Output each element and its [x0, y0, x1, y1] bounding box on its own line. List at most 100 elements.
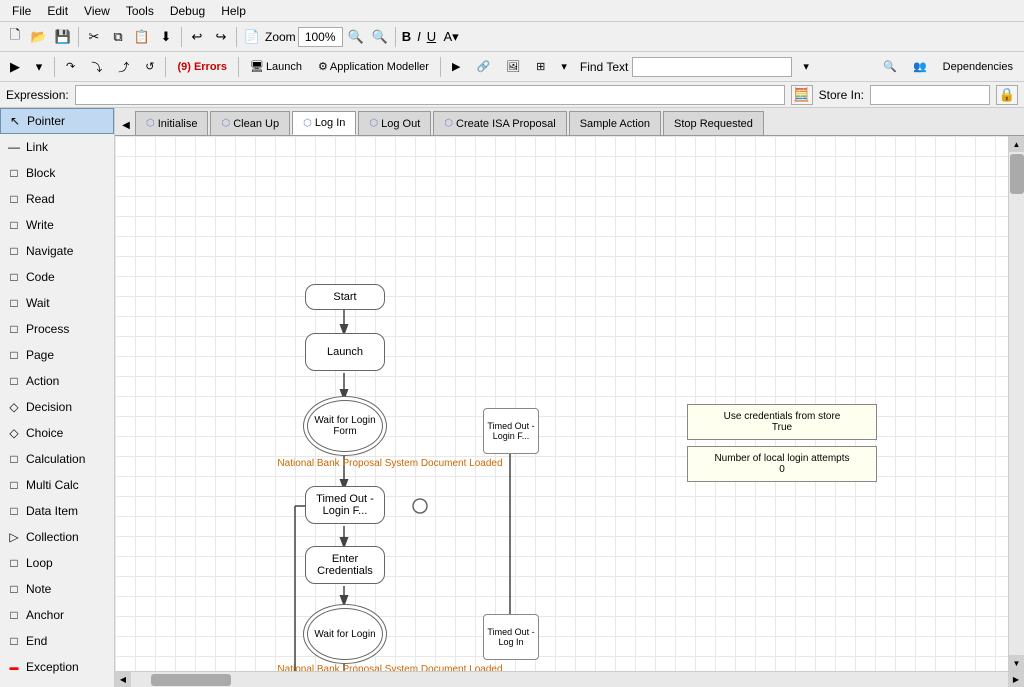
sidebar-item-pointer[interactable]: ↖ Pointer: [0, 108, 114, 134]
sidebar-item-wait[interactable]: □ Wait: [0, 290, 114, 316]
sidebar-item-end[interactable]: □ End: [0, 628, 114, 654]
dependencies-button[interactable]: Dependencies: [936, 56, 1020, 78]
redo-button[interactable]: ↪: [210, 26, 232, 48]
errors-button[interactable]: (9) Errors: [170, 56, 234, 78]
sidebar-item-link[interactable]: — Link: [0, 134, 114, 160]
paste-button[interactable]: 📋: [131, 26, 153, 48]
save-button[interactable]: 💾: [52, 26, 74, 48]
menu-file[interactable]: File: [4, 2, 39, 20]
grid-dropdown[interactable]: ▾: [554, 56, 574, 78]
menu-view[interactable]: View: [76, 2, 118, 20]
sidebar-item-read[interactable]: □ Read: [0, 186, 114, 212]
sidebar-item-multi-calc[interactable]: □ Multi Calc: [0, 472, 114, 498]
find-text-input[interactable]: [632, 57, 792, 77]
find-dropdown[interactable]: ▾: [796, 56, 816, 78]
scroll-left-btn[interactable]: ◀: [115, 672, 131, 687]
menu-debug[interactable]: Debug: [162, 2, 213, 20]
step-in-btn[interactable]: ⤵: [84, 56, 109, 78]
sidebar-item-loop[interactable]: □ Loop: [0, 550, 114, 576]
play2-btn[interactable]: ▶: [445, 56, 467, 78]
store-in-input[interactable]: [870, 85, 990, 105]
sidebar-item-note[interactable]: □ Note: [0, 576, 114, 602]
sidebar-item-collection[interactable]: ▷ Collection: [0, 524, 114, 550]
vertical-scrollbar[interactable]: ▲ ▼: [1008, 136, 1024, 671]
wait-login-node[interactable]: Wait for Login: [303, 604, 387, 664]
open-button[interactable]: 📂: [28, 26, 50, 48]
tab-log-out[interactable]: ⬡ Log Out: [358, 111, 431, 135]
menu-help[interactable]: Help: [213, 2, 254, 20]
sidebar-item-data-item[interactable]: □ Data Item: [0, 498, 114, 524]
play-button[interactable]: ▶: [4, 56, 26, 78]
dropdown-arrow[interactable]: ▾: [28, 56, 50, 78]
canvas-area[interactable]: Start Launch Wait for LoginForm Ti: [115, 136, 1008, 671]
scroll-up-btn[interactable]: ▲: [1009, 136, 1024, 152]
export-btn[interactable]: 📄: [241, 26, 263, 48]
scroll-down-btn[interactable]: ▼: [1009, 655, 1024, 671]
zoom-in-button[interactable]: 🔍: [369, 26, 391, 48]
submit-node[interactable]: Enter Credentials: [305, 546, 385, 584]
expression-label: Expression:: [6, 88, 69, 102]
sidebar-item-page[interactable]: □ Page: [0, 342, 114, 368]
sidebar-item-exception[interactable]: ▬ Exception: [0, 654, 114, 680]
tab-stop-requested[interactable]: Stop Requested: [663, 111, 764, 135]
sidebar-item-navigate[interactable]: □ Navigate: [0, 238, 114, 264]
img-btn[interactable]: 🖼: [499, 56, 527, 78]
enter-credentials-node[interactable]: Timed Out - Login F...: [305, 486, 385, 524]
search-btn[interactable]: 🔍: [876, 56, 904, 78]
sidebar-item-anchor[interactable]: □ Anchor: [0, 602, 114, 628]
sidebar-item-code[interactable]: □ Code: [0, 264, 114, 290]
anchor-icon: □: [6, 607, 22, 623]
tab-sample-action[interactable]: Sample Action: [569, 111, 661, 135]
scroll-right-btn[interactable]: ▶: [1008, 672, 1024, 687]
sidebar-label-end: End: [26, 634, 47, 648]
sidebar-item-decision[interactable]: ◇ Decision: [0, 394, 114, 420]
tab-scroll-left[interactable]: ◀: [117, 115, 135, 135]
tab-clean-up[interactable]: ⬡ Clean Up: [210, 111, 290, 135]
sidebar-item-recover[interactable]: □ Recover: [0, 680, 114, 687]
zoom-out-button[interactable]: 🔍: [345, 26, 367, 48]
people-btn[interactable]: 👥: [906, 56, 934, 78]
tab-initialise[interactable]: ⬡ Initialise: [135, 111, 208, 135]
wait-login-form-node[interactable]: Wait for LoginForm: [303, 396, 387, 456]
zoom-input[interactable]: [298, 27, 343, 47]
start-node[interactable]: Start: [305, 284, 385, 310]
sidebar-item-action[interactable]: □ Action: [0, 368, 114, 394]
cut-button[interactable]: ✂: [83, 26, 105, 48]
launch-button[interactable]: 🖥 Launch: [243, 56, 309, 78]
undo-button[interactable]: ↩: [186, 26, 208, 48]
step-over-btn[interactable]: ↷: [59, 56, 82, 78]
sidebar-item-block[interactable]: □ Block: [0, 160, 114, 186]
sidebar-label-data-item: Data Item: [26, 504, 78, 518]
find-text-label: Find Text: [580, 60, 628, 74]
launch-node[interactable]: Launch: [305, 333, 385, 371]
tab-create-isa[interactable]: ⬡ Create ISA Proposal: [433, 111, 566, 135]
new-button[interactable]: 🗋: [4, 26, 26, 48]
h-scroll-thumb[interactable]: [151, 674, 231, 686]
sidebar-item-calculation[interactable]: □ Calculation: [0, 446, 114, 472]
link-btn[interactable]: 🔗: [469, 56, 497, 78]
app-modeller-button[interactable]: ⚙ Application Modeller: [311, 56, 436, 78]
expression-input[interactable]: [75, 85, 785, 105]
menu-edit[interactable]: Edit: [39, 2, 76, 20]
tab-log-in[interactable]: ⬡ Log In: [292, 111, 356, 135]
data-item-icon: □: [6, 503, 22, 519]
expression-calc-btn[interactable]: 🧮: [791, 85, 813, 105]
sidebar-item-choice[interactable]: ◇ Choice: [0, 420, 114, 446]
reset-btn[interactable]: ↺: [138, 56, 161, 78]
copy-button[interactable]: ⧉: [107, 26, 129, 48]
sidebar-item-write[interactable]: □ Write: [0, 212, 114, 238]
step-out-btn[interactable]: ⤴: [111, 56, 136, 78]
store-in-btn[interactable]: 🔒: [996, 85, 1018, 105]
timed-out-login-node[interactable]: Timed Out - Login F...: [483, 408, 539, 454]
sidebar-item-process[interactable]: □ Process: [0, 316, 114, 342]
grid-btn[interactable]: ⊞: [529, 56, 552, 78]
scroll-thumb[interactable]: [1010, 154, 1024, 194]
menu-tools[interactable]: Tools: [118, 2, 162, 20]
action-icon: □: [6, 373, 22, 389]
import-button[interactable]: ⬇: [155, 26, 177, 48]
collection-icon: ▷: [6, 529, 22, 545]
font-color-button[interactable]: A▾: [440, 26, 462, 48]
code-icon: □: [6, 269, 22, 285]
timed-out-login2-node[interactable]: Timed Out - Log In: [483, 614, 539, 660]
sidebar-label-wait: Wait: [26, 296, 50, 310]
